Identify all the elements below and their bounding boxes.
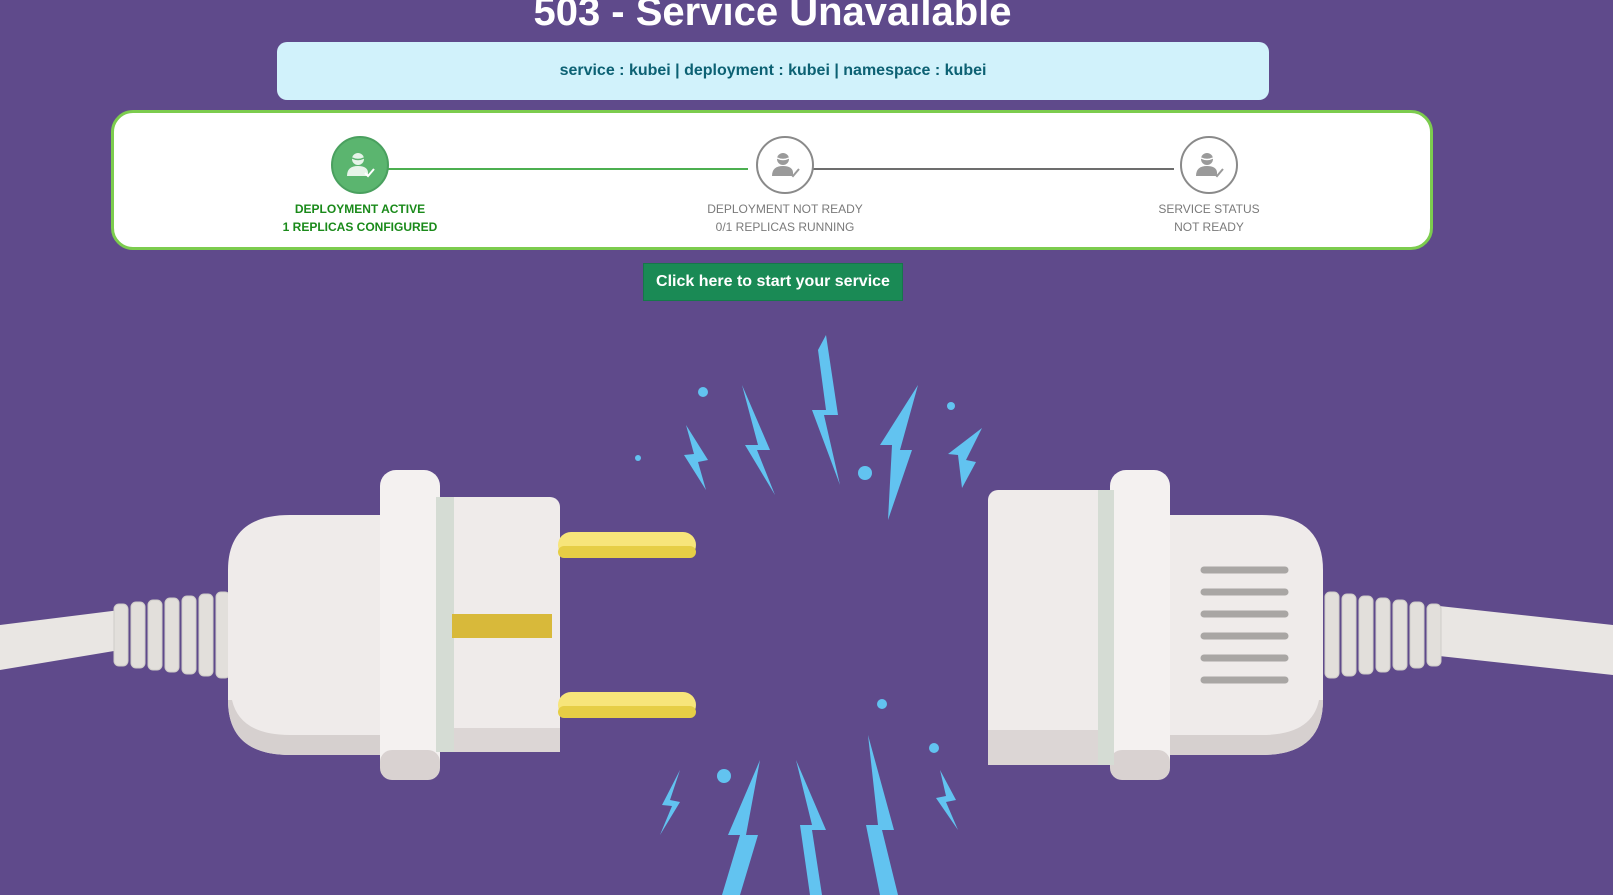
step-label-line1: SERVICE STATUS <box>1158 202 1260 216</box>
step-deployment-not-ready: DEPLOYMENT NOT READY 0/1 REPLICAS RUNNIN… <box>655 136 915 236</box>
step-label: SERVICE STATUS NOT READY <box>1079 200 1339 236</box>
step-deployment-active: DEPLOYMENT ACTIVE 1 REPLICAS CONFIGURED <box>230 136 490 236</box>
status-progress-card: DEPLOYMENT ACTIVE 1 REPLICAS CONFIGURED … <box>111 110 1433 250</box>
step-label: DEPLOYMENT NOT READY 0/1 REPLICAS RUNNIN… <box>655 200 915 236</box>
step-label: DEPLOYMENT ACTIVE 1 REPLICAS CONFIGURED <box>230 200 490 236</box>
user-check-icon <box>331 136 389 194</box>
step-label-line2: 1 REPLICAS CONFIGURED <box>282 220 438 234</box>
page-title: 503 - Service Unavailable <box>533 0 1012 34</box>
user-check-icon <box>756 136 814 194</box>
service-info-text: service : kubei | deployment : kubei | n… <box>559 62 987 79</box>
error-page: 503 - Service Unavailable service : kube… <box>0 0 1613 895</box>
step-service-status: SERVICE STATUS NOT READY <box>1079 136 1339 236</box>
start-service-button[interactable]: Click here to start your service <box>643 263 903 301</box>
step-label-line1: DEPLOYMENT ACTIVE <box>294 202 426 216</box>
step-label-line2: 0/1 REPLICAS RUNNING <box>715 220 855 234</box>
step-label-line2: NOT READY <box>1174 220 1244 234</box>
unplugged-cable-icon <box>0 335 1613 895</box>
service-info-banner: service : kubei | deployment : kubei | n… <box>277 42 1269 100</box>
user-check-icon <box>1180 136 1238 194</box>
step-label-line1: DEPLOYMENT NOT READY <box>707 202 863 216</box>
